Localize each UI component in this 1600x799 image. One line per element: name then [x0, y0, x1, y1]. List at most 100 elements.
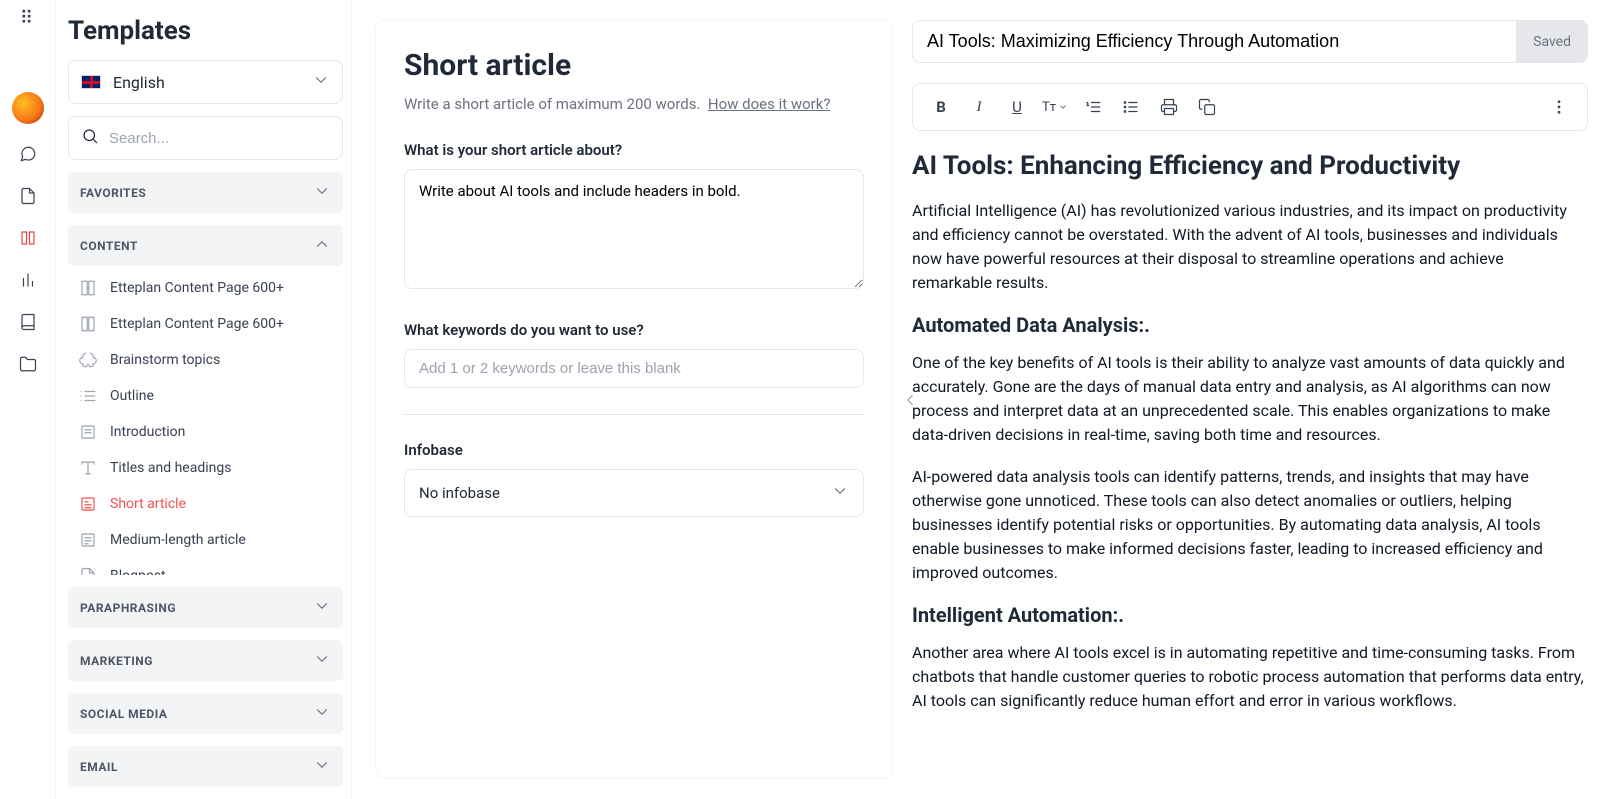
chevron-up-icon [313, 235, 331, 256]
paragraph-icon [78, 422, 98, 442]
doc-h1: AI Tools: Enhancing Efficiency and Produ… [912, 151, 1584, 181]
about-textarea[interactable] [404, 169, 864, 289]
form-title: Short article [404, 48, 864, 83]
list-item[interactable]: Outline [68, 378, 343, 414]
more-button[interactable] [1541, 92, 1577, 122]
doc-h3: Intelligent Automation:. [912, 603, 1584, 627]
item-label: Introduction [110, 424, 185, 440]
section-label: EMAIL [80, 760, 118, 774]
list-item[interactable]: Etteplan Content Page 600+ [68, 270, 343, 306]
list-item[interactable]: Etteplan Content Page 600+ [68, 306, 343, 342]
chevron-down-icon [313, 182, 331, 203]
form-subtitle: Write a short article of maximum 200 wor… [404, 95, 864, 113]
brain-icon [78, 350, 98, 370]
section-email[interactable]: EMAIL [68, 746, 343, 787]
divider [404, 414, 864, 415]
text-style-button[interactable]: Tт [1037, 92, 1073, 122]
short-article-icon [78, 494, 98, 514]
list-icon [78, 386, 98, 406]
form-panel: Short article Write a short article of m… [352, 0, 912, 799]
item-label: Blogpost [110, 568, 166, 575]
infobase-value: No infobase [419, 484, 500, 502]
section-content[interactable]: CONTENT [68, 225, 343, 266]
analytics-icon[interactable] [16, 268, 40, 292]
section-favorites[interactable]: FAVORITES [68, 172, 343, 213]
section-label: SOCIAL MEDIA [80, 707, 167, 721]
section-social-media[interactable]: SOCIAL MEDIA [68, 693, 343, 734]
collapse-icon[interactable] [900, 386, 920, 414]
infobase-label: Infobase [404, 441, 864, 459]
file-icon [78, 566, 98, 575]
list-item[interactable]: Medium-length article [68, 522, 343, 558]
chevron-down-icon [313, 703, 331, 724]
infobase-select[interactable]: No infobase [404, 469, 864, 517]
bold-button[interactable]: B [923, 92, 959, 122]
section-label: FAVORITES [80, 186, 146, 200]
section-label: CONTENT [80, 239, 138, 253]
doc-h2: Automated Data Analysis:. [912, 313, 1584, 337]
doc-p: AI-powered data analysis tools can ident… [912, 465, 1584, 585]
copy-button[interactable] [1189, 92, 1225, 122]
section-label: MARKETING [80, 654, 153, 668]
content-list: Etteplan Content Page 600+ Etteplan Cont… [68, 270, 343, 575]
editor-toolbar: B I U Tт [912, 83, 1588, 131]
avatar[interactable] [12, 92, 44, 124]
form-card: Short article Write a short article of m… [376, 20, 892, 778]
section-marketing[interactable]: MARKETING [68, 640, 343, 681]
page-icon [78, 314, 98, 334]
item-label: Medium-length article [110, 532, 246, 548]
document-icon[interactable] [16, 184, 40, 208]
doc-p: Artificial Intelligence (AI) has revolut… [912, 199, 1584, 295]
language-label: English [113, 73, 165, 92]
library-icon[interactable] [16, 310, 40, 334]
sidebar-title: Templates [68, 16, 343, 46]
list-item[interactable]: Blogpost [68, 558, 343, 575]
templates-sidebar: Templates English FAVORITES CONTENT Ette… [56, 0, 352, 799]
flag-icon [81, 75, 101, 89]
document-body[interactable]: AI Tools: Enhancing Efficiency and Produ… [912, 151, 1588, 791]
chevron-down-icon [831, 482, 849, 504]
item-label: Etteplan Content Page 600+ [110, 316, 284, 332]
item-label: Etteplan Content Page 600+ [110, 280, 284, 296]
list-item[interactable]: Titles and headings [68, 450, 343, 486]
search-box[interactable] [68, 116, 343, 160]
chevron-down-icon [312, 71, 330, 93]
title-row: Saved [912, 20, 1588, 63]
app-logo: ⠿ [20, 8, 35, 29]
print-button[interactable] [1151, 92, 1187, 122]
chevron-down-icon [313, 597, 331, 618]
chevron-down-icon [313, 650, 331, 671]
subtitle-text: Write a short article of maximum 200 wor… [404, 95, 700, 113]
italic-button[interactable]: I [961, 92, 997, 122]
editor-panel: Saved B I U Tт AI Tools: Enhancing Effic… [912, 0, 1600, 799]
list-item[interactable]: Brainstorm topics [68, 342, 343, 378]
document-title-input[interactable] [912, 20, 1517, 63]
section-label: PARAPHRASING [80, 601, 176, 615]
templates-icon[interactable] [16, 226, 40, 250]
type-icon [78, 458, 98, 478]
item-label: Brainstorm topics [110, 352, 220, 368]
item-label: Titles and headings [110, 460, 231, 476]
language-selector[interactable]: English [68, 60, 343, 104]
chevron-down-icon [313, 756, 331, 777]
about-label: What is your short article about? [404, 141, 864, 159]
item-label: Short article [110, 496, 186, 512]
icon-rail: ⠿ [0, 0, 56, 799]
saved-badge: Saved [1517, 20, 1588, 63]
text-style-label: Tт [1042, 100, 1056, 115]
section-paraphrasing[interactable]: PARAPHRASING [68, 587, 343, 628]
keywords-input[interactable] [404, 349, 864, 388]
unordered-list-button[interactable] [1113, 92, 1149, 122]
list-item-short-article[interactable]: Short article [68, 486, 343, 522]
search-icon [81, 127, 99, 149]
keywords-label: What keywords do you want to use? [404, 321, 864, 339]
doc-p: Another area where AI tools excel is in … [912, 641, 1584, 713]
chat-icon[interactable] [16, 142, 40, 166]
underline-button[interactable]: U [999, 92, 1035, 122]
article-icon [78, 530, 98, 550]
how-link[interactable]: How does it work? [708, 95, 831, 113]
folder-icon[interactable] [16, 352, 40, 376]
search-input[interactable] [109, 130, 330, 147]
list-item[interactable]: Introduction [68, 414, 343, 450]
ordered-list-button[interactable] [1075, 92, 1111, 122]
